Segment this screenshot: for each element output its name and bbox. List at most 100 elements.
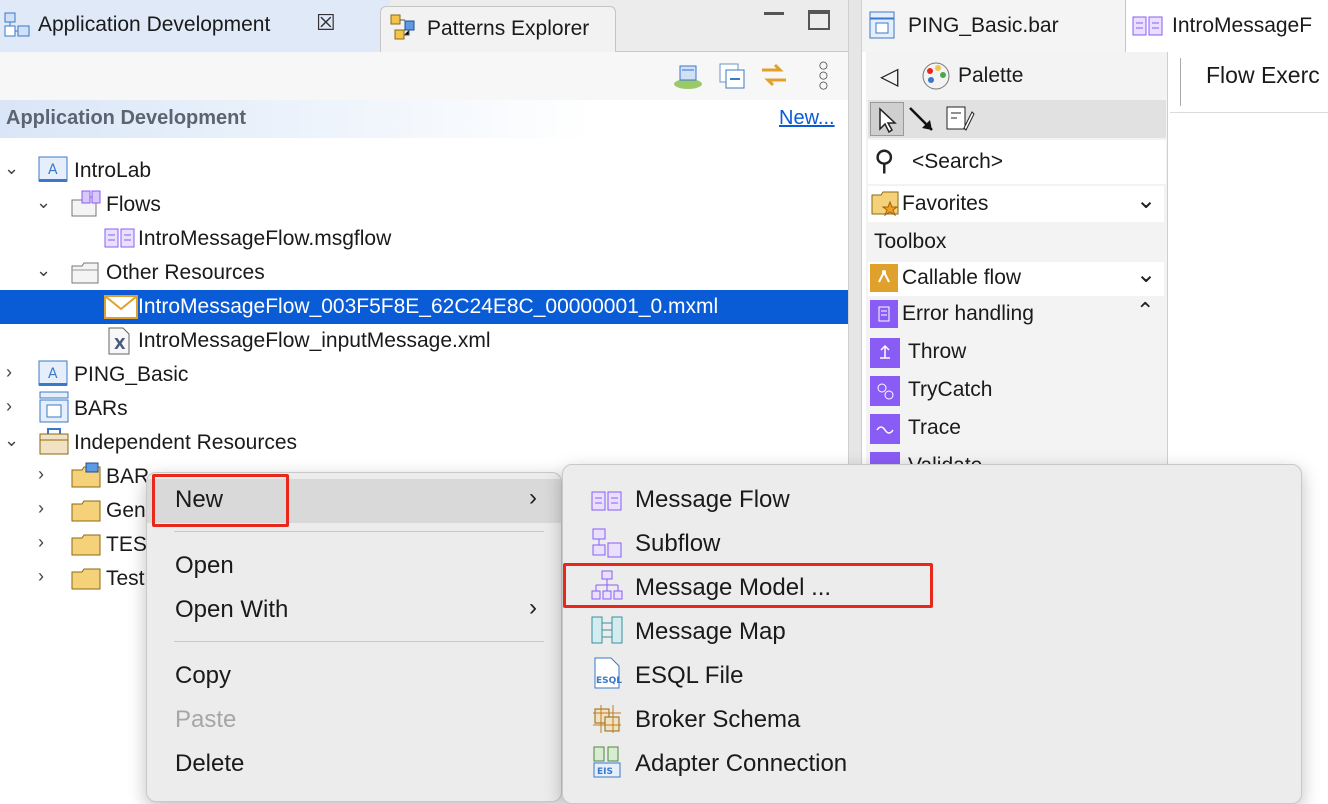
chevron-down-icon[interactable]: ⌄ — [1136, 260, 1156, 289]
tree-item-flows[interactable]: Flows — [106, 188, 161, 222]
new-link[interactable]: New... — [779, 107, 835, 130]
new-submenu: Message Flow Subflow Message Model ... M… — [562, 464, 1302, 804]
application-icon: A — [38, 360, 68, 388]
tab-application-development[interactable]: Application Development ☒ — [0, 0, 390, 52]
tree-item-tes-folder[interactable]: TES — [106, 528, 147, 562]
svg-text:A: A — [48, 366, 58, 382]
menu-item-esql-file[interactable]: ESQL File — [635, 656, 743, 696]
tree-item-introlab[interactable]: IntroLab — [74, 154, 151, 188]
palette-item-trace[interactable]: Trace — [908, 416, 961, 440]
tree-item-independent-resources[interactable]: Independent Resources — [74, 426, 297, 460]
menu-item-adapter-connection[interactable]: Adapter Connection — [635, 744, 847, 784]
tree-item-ping-basic[interactable]: PING_Basic — [74, 358, 188, 392]
tree-item-bar-folder[interactable]: BAR — [106, 460, 149, 494]
canvas-header — [1170, 112, 1328, 113]
chevron-down-icon[interactable]: ⌄ — [36, 192, 51, 213]
folder-icon — [70, 498, 104, 524]
msgflow-file-icon — [1132, 14, 1164, 38]
palette-search[interactable]: <Search> — [912, 150, 1003, 174]
menu-item-broker-schema[interactable]: Broker Schema — [635, 700, 800, 740]
canvas-separator — [1180, 58, 1184, 106]
tree-item-gen-folder[interactable]: Gen — [106, 494, 146, 528]
flows-folder-icon — [70, 190, 104, 218]
chevron-right-icon[interactable]: › — [38, 566, 44, 587]
svg-text:X: X — [114, 335, 126, 353]
connection-tool-icon[interactable] — [906, 102, 940, 136]
throw-icon — [870, 338, 900, 368]
chevron-down-icon[interactable]: ⌄ — [36, 260, 51, 281]
chevron-up-icon[interactable]: ⌃ — [1136, 298, 1154, 324]
trace-icon — [870, 414, 900, 444]
tree-item-other-resources[interactable]: Other Resources — [106, 256, 265, 290]
favorites-folder-icon — [870, 188, 902, 218]
chevron-right-icon: › — [529, 484, 537, 511]
view-menu-icon[interactable]: ○ ○ ○ — [818, 56, 829, 94]
chevron-right-icon[interactable]: › — [6, 396, 12, 417]
menu-item-paste: Paste — [175, 706, 237, 733]
tree-item-inputmessage-xml[interactable]: IntroMessageFlow_inputMessage.xml — [138, 324, 491, 358]
tab-patterns-explorer[interactable]: Patterns Explorer — [380, 6, 616, 52]
menu-item-message-flow[interactable]: Message Flow — [635, 480, 790, 520]
select-tool-icon[interactable] — [870, 102, 904, 136]
svg-text:ESQL: ESQL — [596, 676, 622, 686]
chevron-right-icon[interactable]: › — [38, 464, 44, 485]
application-icon: A — [38, 156, 68, 184]
subflow-icon — [591, 527, 623, 559]
menu-item-open[interactable]: Open — [175, 546, 234, 586]
folder-icon — [70, 532, 104, 558]
palette-icon — [920, 60, 952, 92]
chevron-down-icon[interactable]: ⌄ — [1136, 186, 1156, 215]
note-tool-icon[interactable] — [942, 102, 976, 136]
tab-label: IntroMessageF — [1172, 14, 1313, 37]
svg-text:A: A — [48, 162, 58, 178]
tree-item-mxml-file[interactable]: IntroMessageFlow_003F5F8E_62C24E8C_00000… — [138, 290, 718, 324]
tree-item-bars[interactable]: BARs — [74, 392, 128, 426]
menu-separator — [174, 641, 544, 642]
tab-intromessageflow[interactable]: IntroMessageF — [1126, 0, 1328, 52]
minimize-icon[interactable] — [764, 12, 784, 15]
search-icon: ⚲ — [874, 145, 895, 176]
callable-flow-icon — [870, 264, 898, 292]
highlight-box-message-model — [563, 563, 933, 608]
link-with-editor-icon[interactable] — [758, 60, 790, 90]
chevron-right-icon[interactable]: › — [38, 532, 44, 553]
palette-item-trycatch[interactable]: TryCatch — [908, 378, 992, 402]
highlight-box-new — [152, 474, 289, 527]
tree-item-test-folder[interactable]: Test — [106, 562, 145, 596]
section-header: Application Development New... — [0, 100, 848, 138]
close-icon[interactable]: ☒ — [316, 10, 336, 36]
menu-separator — [174, 531, 544, 532]
new-project-icon[interactable] — [672, 60, 704, 90]
trycatch-icon — [870, 376, 900, 406]
menu-item-subflow[interactable]: Subflow — [635, 524, 720, 564]
menu-item-message-map[interactable]: Message Map — [635, 612, 786, 652]
chevron-right-icon[interactable]: › — [38, 498, 44, 519]
message-flow-icon — [591, 489, 623, 513]
collapse-all-icon[interactable] — [718, 62, 746, 90]
menu-item-open-with[interactable]: Open With — [175, 590, 288, 630]
callable-flow-label: Callable flow — [902, 266, 1022, 289]
xml-file-icon: X — [106, 327, 132, 355]
chevron-right-icon[interactable]: › — [6, 362, 12, 383]
chevron-down-icon[interactable]: ⌄ — [4, 158, 19, 179]
menu-item-delete[interactable]: Delete — [175, 744, 244, 784]
menu-item-copy[interactable]: Copy — [175, 656, 231, 696]
bars-folder-icon — [38, 390, 70, 424]
tab-label: PING_Basic.bar — [908, 14, 1059, 37]
esql-file-icon: ESQL — [591, 657, 623, 689]
error-handling-label: Error handling — [902, 302, 1034, 325]
bar-file-icon — [868, 10, 896, 40]
folder-icon — [70, 566, 104, 592]
toolbox-label: Toolbox — [874, 230, 947, 253]
tab-label: Patterns Explorer — [427, 17, 590, 40]
palette-item-throw[interactable]: Throw — [908, 340, 966, 364]
svg-text:EIS: EIS — [597, 767, 613, 777]
collapse-palette-icon[interactable]: ◁ — [880, 62, 898, 91]
tree-item-intromessageflow-msgflow[interactable]: IntroMessageFlow.msgflow — [138, 222, 391, 256]
msgflow-file-icon — [104, 226, 136, 250]
tab-ping-basic-bar[interactable]: PING_Basic.bar — [862, 0, 1126, 52]
folder-icon — [70, 258, 102, 286]
maximize-icon[interactable] — [808, 10, 830, 30]
section-title: Application Development — [6, 107, 247, 129]
chevron-down-icon[interactable]: ⌄ — [4, 430, 19, 451]
